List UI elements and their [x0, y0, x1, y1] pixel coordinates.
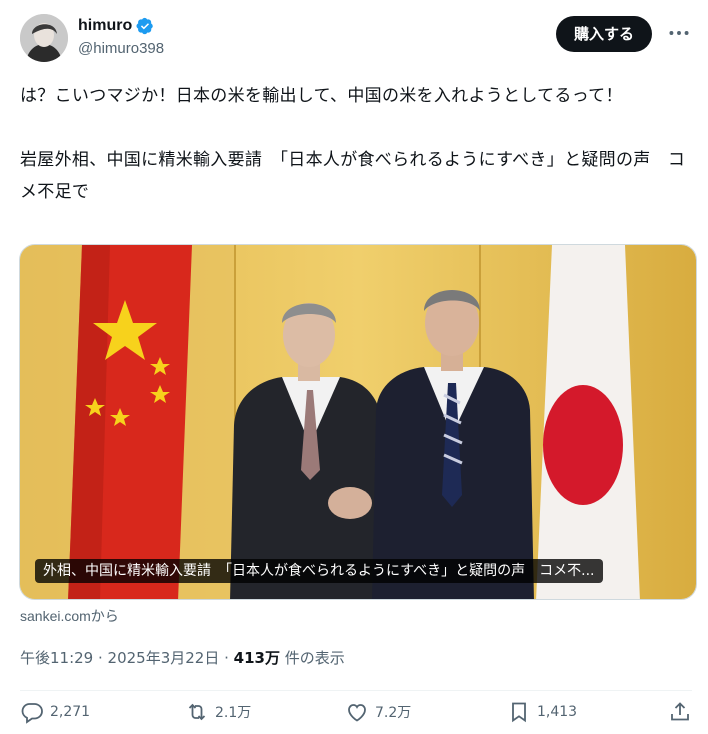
display-name[interactable]: himuro [78, 16, 132, 36]
share-icon [671, 702, 689, 721]
more-icon[interactable] [666, 20, 692, 46]
like-button[interactable]: 7.2万 [345, 700, 411, 724]
bookmark-icon [512, 702, 526, 723]
meta-separator: · [219, 649, 234, 667]
action-bar: 2,271 2.1万 7.2万 1,413 [20, 700, 692, 734]
link-source[interactable]: sankei.comから [20, 606, 119, 626]
bookmark-button[interactable]: 1,413 [507, 700, 577, 724]
tweet-header: himuro @himuro398 購入する [20, 14, 692, 64]
tweet-time[interactable]: 午後11:29 [20, 649, 93, 667]
bookmark-count: 1,413 [537, 704, 578, 720]
media-caption: 外相、中国に精米輸入要請 「日本人が食べられるようにすべき」と疑問の声 コメ不.… [35, 559, 603, 583]
tweet-date[interactable]: 2025年3月22日 [108, 649, 220, 667]
buy-button[interactable]: 購入する [555, 16, 652, 52]
divider [20, 690, 692, 691]
meta-separator: · [93, 649, 108, 667]
news-photo [20, 245, 696, 599]
share-button[interactable] [668, 700, 692, 724]
tweet-meta: 午後11:29 · 2025年3月22日 · 413万 件の表示 [20, 647, 345, 668]
repost-count: 2.1万 [215, 705, 252, 721]
link-card-image[interactable]: 外相、中国に精米輸入要請 「日本人が食べられるようにすべき」と疑問の声 コメ不.… [19, 244, 697, 600]
reply-icon [21, 703, 43, 724]
repost-icon [188, 703, 206, 721]
verified-badge-icon [136, 17, 153, 35]
name-block: himuro @himuro398 [78, 16, 164, 60]
reply-count: 2,271 [50, 704, 91, 720]
reply-button[interactable]: 2,271 [20, 700, 90, 724]
user-handle[interactable]: @himuro398 [78, 38, 164, 60]
like-count: 7.2万 [375, 705, 412, 721]
view-count-label: 件の表示 [279, 649, 345, 667]
repost-button[interactable]: 2.1万 [185, 700, 251, 724]
tweet-text: は？こいつマジか！日本の米を輸出して、中国の米を入れようとしてるって！ 岩屋外相… [20, 86, 686, 202]
heart-icon [348, 704, 366, 722]
view-count: 413万 [233, 649, 280, 667]
avatar[interactable] [20, 14, 68, 62]
